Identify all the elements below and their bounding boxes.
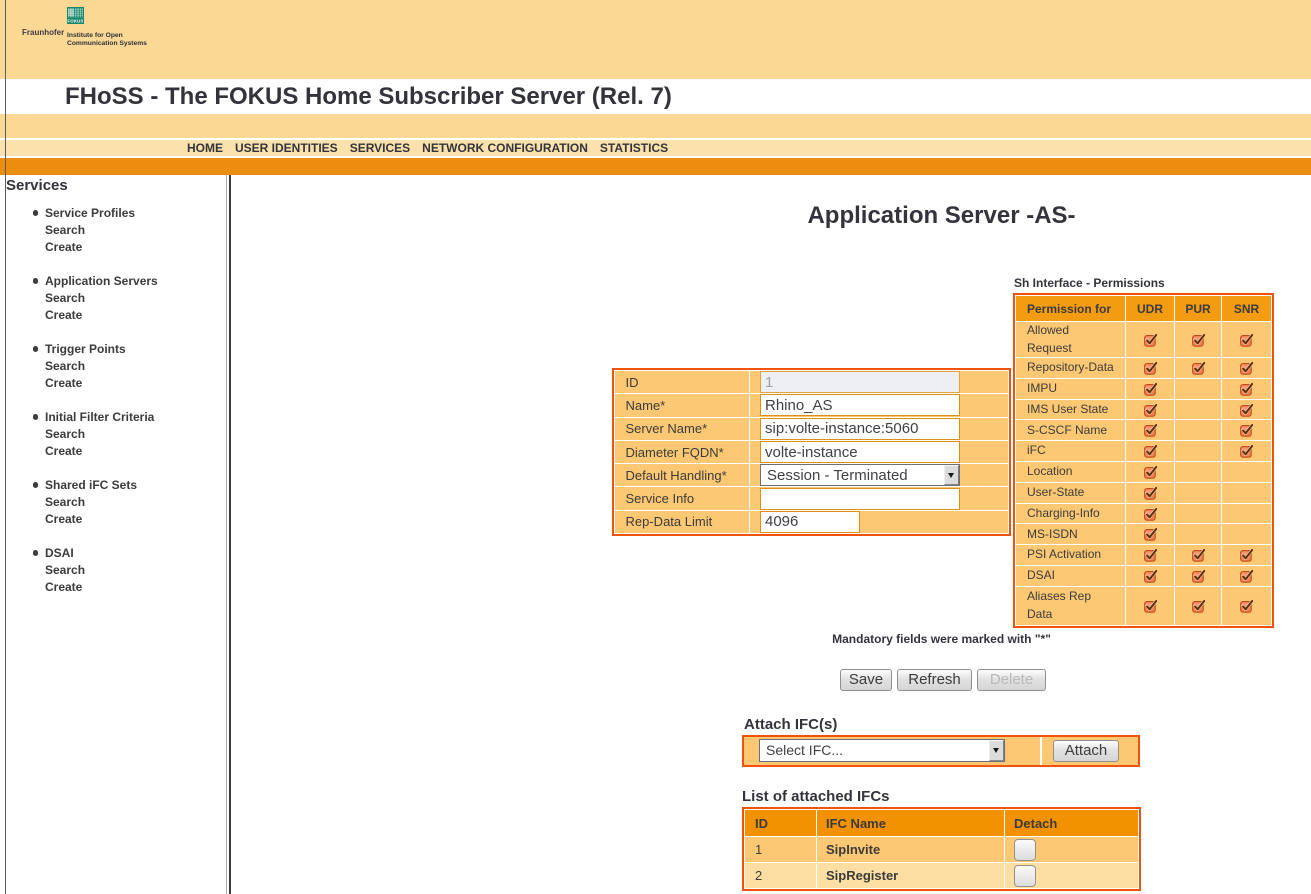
svg-text:FOKUS: FOKUS: [68, 18, 84, 23]
